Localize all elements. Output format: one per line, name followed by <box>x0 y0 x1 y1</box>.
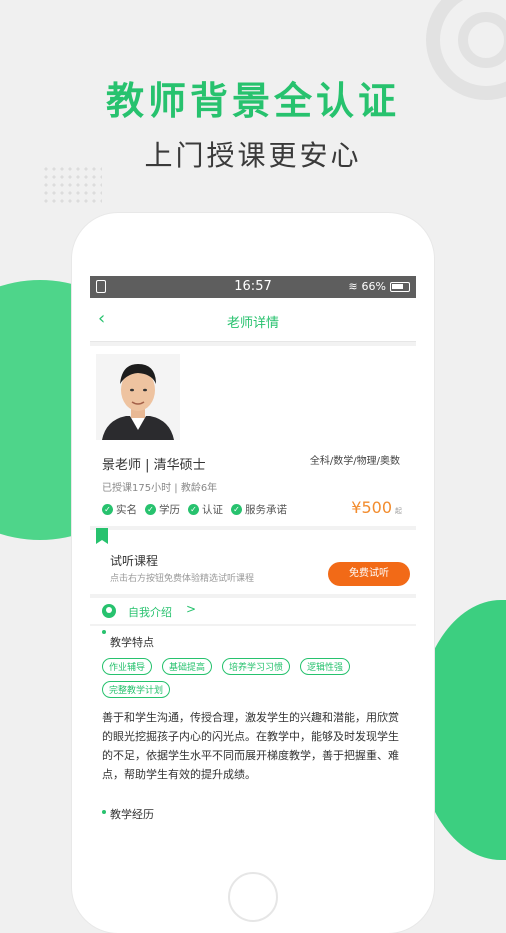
tag: 完整教学计划 <box>102 681 171 698</box>
self-intro-label: 自我介绍 <box>128 606 172 619</box>
experience-title: 教学经历 <box>102 806 404 822</box>
battery-icon <box>390 281 410 292</box>
free-trial-button[interactable]: 免费试听 <box>328 562 410 586</box>
self-intro-row[interactable]: 自我介绍 > <box>90 598 416 624</box>
app-screen: 16:57 ≋ 66% ‹ 老师详情 景老师 | 清华硕士 全科/数学/物理/奥… <box>90 276 416 854</box>
teaching-hours: 已授课175小时 | 教龄6年 <box>102 483 218 494</box>
tag: 逻辑性强 <box>300 658 351 675</box>
nav-bar: ‹ 老师详情 <box>90 298 416 342</box>
trial-subtitle: 点击右方按钮免费体验精选试听课程 <box>110 574 255 584</box>
promo-subline: 上门授课更安心 <box>144 139 362 172</box>
tag: 培养学习习惯 <box>222 658 291 675</box>
trial-title: 试听课程 <box>110 554 159 568</box>
status-right: ≋ 66% <box>348 280 410 293</box>
wifi-icon: ≋ <box>348 280 358 293</box>
price: ¥500 起 <box>351 498 402 517</box>
teacher-avatar <box>96 354 180 440</box>
check-icon: ✓ <box>145 504 156 515</box>
promo-headline: 教师背景全认证 <box>105 79 400 123</box>
decorative-ring <box>458 12 506 68</box>
badge-certified: ✓ 认证 <box>188 502 223 517</box>
teacher-subjects: 全科/数学/物理/奥数 <box>309 456 400 467</box>
page-title: 老师详情 <box>226 316 279 331</box>
teacher-profile: 景老师 | 清华硕士 全科/数学/物理/奥数 已授课175小时 | 教龄6年 ✓… <box>90 346 416 526</box>
check-icon: ✓ <box>231 504 242 515</box>
feature-tags: 作业辅导 基础提高 培养学习习惯 逻辑性强 完整教学计划 <box>102 658 402 698</box>
trial-lesson-card: 试听课程 点击右方按钮免费体验精选试听课程 免费试听 <box>90 528 416 594</box>
tag: 作业辅导 <box>102 658 153 675</box>
badge-education: ✓ 学历 <box>145 502 180 517</box>
verification-badges: ✓ 实名 ✓ 学历 ✓ 认证 ✓ 服务承诺 <box>102 502 287 517</box>
check-icon: ✓ <box>102 504 113 515</box>
tag: 基础提高 <box>162 658 213 675</box>
check-icon: ✓ <box>188 504 199 515</box>
teacher-name: 景老师 | 清华硕士 <box>102 458 206 473</box>
features-description: 善于和学生沟通，传授合理，激发学生的兴趣和潜能，用欣赏的眼光挖掘孩子内心的闪光点… <box>102 711 399 781</box>
home-button <box>228 872 278 922</box>
status-bar: 16:57 ≋ 66% <box>90 276 416 298</box>
battery-percent: 66% <box>361 280 386 293</box>
badge-service: ✓ 服务承诺 <box>231 502 287 517</box>
features-title: 教学特点 <box>102 626 404 650</box>
badge-realname: ✓ 实名 <box>102 502 137 517</box>
ribbon-icon <box>96 528 108 544</box>
teaching-details: 教学特点 作业辅导 基础提高 培养学习习惯 逻辑性强 完整教学计划 善于和学生沟… <box>90 626 416 854</box>
user-icon <box>102 604 116 618</box>
chevron-right-icon: > <box>186 602 197 616</box>
